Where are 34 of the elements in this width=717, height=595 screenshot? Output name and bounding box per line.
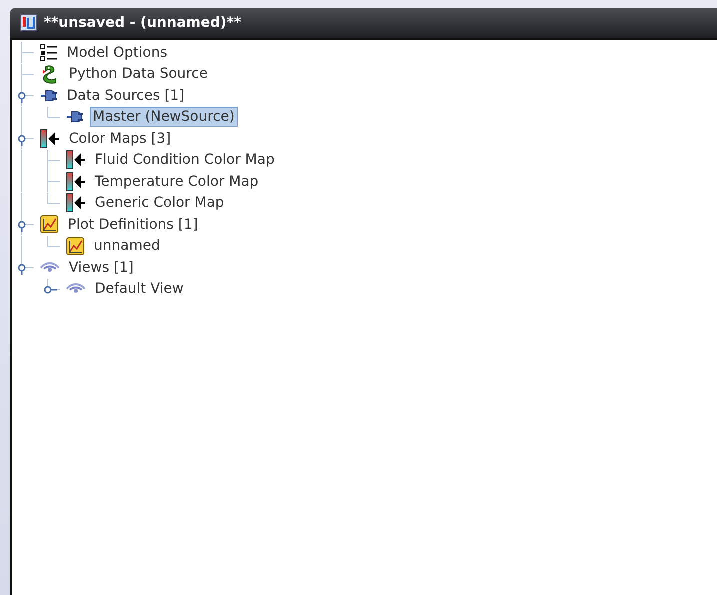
tree-item[interactable]: unnamed <box>91 236 164 256</box>
tree-line <box>22 42 34 64</box>
tree-line <box>48 106 60 118</box>
tree-item[interactable]: Model Options <box>64 42 171 63</box>
expanded-handle-icon[interactable] <box>18 92 26 103</box>
collapsed-handle-icon[interactable] <box>44 286 57 294</box>
window-title: **unsaved - (unnamed)** <box>44 15 242 31</box>
color-scale-icon <box>40 128 60 149</box>
tree-item[interactable]: Views [1] <box>66 258 137 278</box>
app-icon <box>20 14 38 32</box>
plug-icon <box>40 88 58 104</box>
color-scale-icon <box>66 193 86 214</box>
chart-icon <box>40 215 59 234</box>
chart-icon <box>66 236 85 256</box>
tree-line <box>48 150 60 171</box>
tree-item[interactable]: Master (NewSource) <box>90 107 238 128</box>
tree-item[interactable]: Generic Color Map <box>92 193 228 214</box>
tree-item[interactable]: Fluid Condition Color Map <box>92 150 278 170</box>
color-scale-icon <box>66 172 86 192</box>
plug-icon <box>66 109 84 126</box>
tree-line <box>22 64 34 85</box>
color-scale-icon <box>66 150 86 170</box>
expanded-handle-icon[interactable] <box>18 264 26 275</box>
tree-item[interactable]: Python Data Source <box>66 64 211 84</box>
tree-item[interactable]: Plot Definitions [1] <box>65 214 202 235</box>
expanded-handle-icon[interactable] <box>18 221 26 232</box>
tree-item[interactable]: Temperature Color Map <box>92 172 262 192</box>
list-icon <box>40 44 58 62</box>
tree-item[interactable]: Color Maps [3] <box>66 128 174 149</box>
expanded-handle-icon[interactable] <box>18 135 26 146</box>
tree-item[interactable]: Data Sources [1] <box>64 86 188 106</box>
eye-icon <box>40 260 60 275</box>
tree-item[interactable]: Default View <box>92 279 187 300</box>
tree-line <box>48 236 60 247</box>
